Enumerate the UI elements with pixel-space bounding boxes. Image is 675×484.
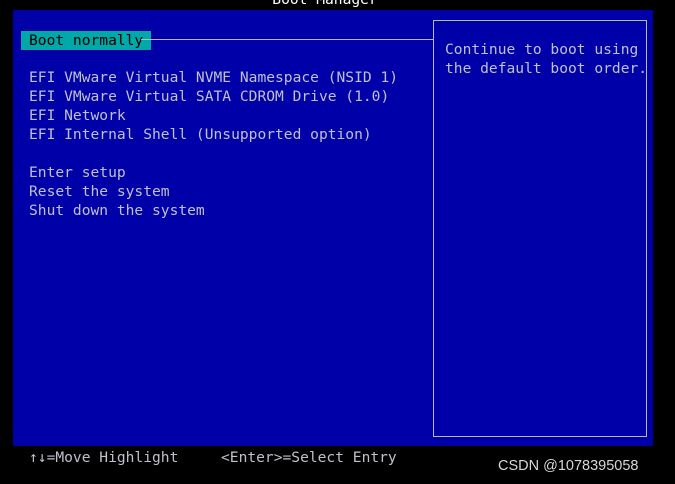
selection-connector-line	[141, 39, 433, 40]
window-title: Boot Manager	[0, 0, 650, 9]
footer-select-hint: <Enter>=Select Entry	[221, 449, 397, 466]
watermark: CSDN @1078395058	[498, 458, 639, 474]
menu-item-nvme-namespace[interactable]: EFI VMware Virtual NVME Namespace (NSID …	[29, 68, 398, 87]
menu-item-enter-setup[interactable]: Enter setup	[29, 163, 126, 182]
menu-item-boot-normally[interactable]: Boot normally	[21, 31, 152, 50]
footer-move-hint: ↑↓=Move Highlight	[29, 449, 179, 466]
menu-item-reset-system[interactable]: Reset the system	[29, 182, 170, 201]
boot-manager-panel: Boot normally EFI VMware Virtual NVME Na…	[13, 10, 653, 446]
help-box: Continue to boot using the default boot …	[433, 20, 647, 437]
menu-item-internal-shell[interactable]: EFI Internal Shell (Unsupported option)	[29, 125, 372, 144]
help-text-line-2: the default boot order.	[445, 60, 648, 77]
menu-item-efi-network[interactable]: EFI Network	[29, 106, 126, 125]
menu-item-sata-cdrom[interactable]: EFI VMware Virtual SATA CDROM Drive (1.0…	[29, 87, 389, 106]
menu-item-shut-down[interactable]: Shut down the system	[29, 201, 205, 220]
help-text-line-1: Continue to boot using	[445, 41, 639, 58]
